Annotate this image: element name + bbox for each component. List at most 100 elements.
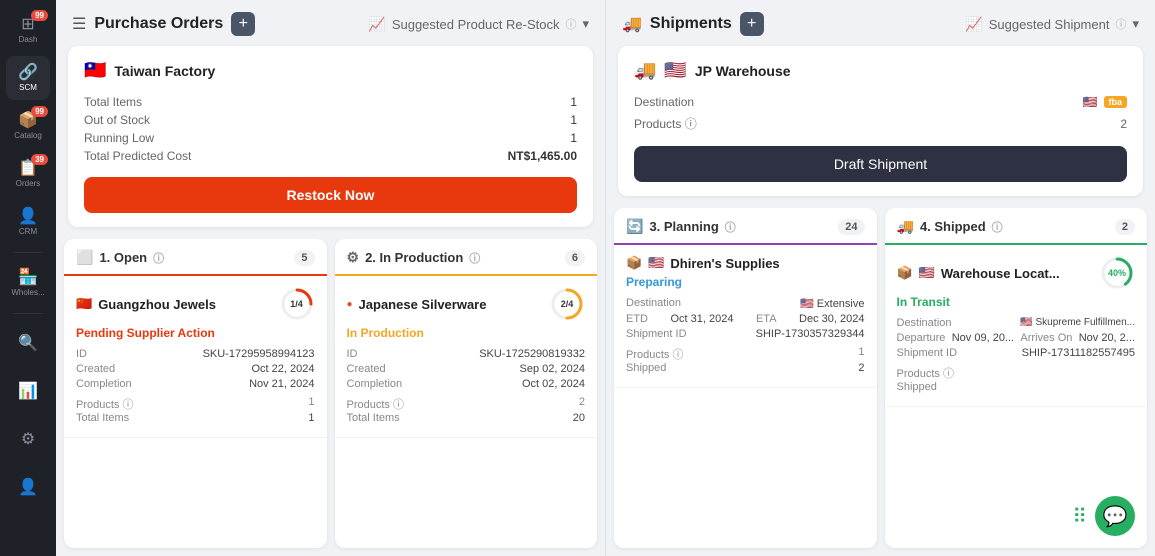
orders-label: Orders <box>16 179 40 188</box>
draft-shipment-button[interactable]: Draft Shipment <box>634 146 1127 182</box>
wholesale-icon: 🏪 <box>18 270 38 286</box>
open-total-items-label: Total Items <box>76 412 129 424</box>
production-info-icon: ⓘ <box>469 250 480 266</box>
shipped-title: 4. Shipped <box>920 219 986 234</box>
us-flag-ship: 🇺🇸 <box>664 60 686 81</box>
production-progress-circle: 2/4 <box>549 286 585 322</box>
sidebar-item-catalog[interactable]: 99 📦 Catalog <box>6 104 50 148</box>
user-icon: 👤 <box>18 480 38 496</box>
shipped-dest-label: Destination <box>897 317 952 329</box>
production-created-value: Sep 02, 2024 <box>520 363 585 375</box>
sidebar-item-settings[interactable]: ⚙ <box>6 418 50 462</box>
production-count: 6 <box>565 250 585 266</box>
dest-flag: 🇺🇸 <box>1083 95 1098 109</box>
planning-dest-label: Destination <box>626 297 681 310</box>
planning-title: 3. Planning <box>649 219 718 234</box>
open-completion-value: Nov 21, 2024 <box>249 378 314 390</box>
open-supplier-name: Guangzhou Jewels <box>98 297 216 312</box>
po-factory-name: Taiwan Factory <box>114 63 215 79</box>
ship-suggested-group: 📈 Suggested Shipment ⓘ ▾ <box>965 16 1139 33</box>
restock-button[interactable]: Restock Now <box>84 177 577 213</box>
kanban-title-planning: 🔄 3. Planning ⓘ <box>626 218 736 235</box>
shipped-arrives-value: Nov 20, 2... <box>1079 332 1135 344</box>
open-id-row: ID SKU-17295958994123 <box>76 348 315 360</box>
shipment-products-row: Products ⓘ 2 <box>634 115 1127 132</box>
ship-info-icon: ⓘ <box>1115 16 1126 32</box>
sidebar-item-dash[interactable]: 99 ⊞ Dash <box>6 8 50 52</box>
grid-dots-button[interactable]: ⠿ <box>1072 504 1087 529</box>
search-icon: 🔍 <box>18 336 38 352</box>
open-products-label: Products ⓘ <box>76 396 133 412</box>
shipped-supplier-name: Warehouse Locat... <box>941 266 1060 281</box>
planning-supplier: 📦 🇺🇸 Dhiren's Supplies <box>626 255 780 271</box>
shipped-progress-circle: 40% <box>1099 255 1135 291</box>
po-stat-out-of-stock: Out of Stock 1 <box>84 113 577 127</box>
planning-etd-value: Oct 31, 2024 <box>670 313 733 325</box>
planning-etd-label: ETD <box>626 313 648 325</box>
po-cost-label: Total Predicted Cost <box>84 149 191 163</box>
po-info-icon: ⓘ <box>565 16 576 32</box>
po-oos-label: Out of Stock <box>84 113 150 127</box>
sidebar-item-user[interactable]: 👤 <box>6 466 50 510</box>
kanban-header-open: ⬜ 1. Open ⓘ 5 <box>64 239 327 276</box>
bottom-floating-bar: ⠿ 💬 <box>1072 496 1135 536</box>
po-add-button[interactable]: + <box>231 12 255 36</box>
planning-eta-value: Dec 30, 2024 <box>799 313 864 325</box>
kanban-card-planning: 📦 🇺🇸 Dhiren's Supplies Preparing Destina… <box>614 245 877 388</box>
kanban-col-production: ⚙ 2. In Production ⓘ 6 ● Japanese Silver… <box>335 239 598 548</box>
left-column: ☰ Purchase Orders + 📈 Suggested Product … <box>56 0 606 556</box>
po-card: 🇹🇼 Taiwan Factory Total Items 1 Out of S… <box>68 46 593 227</box>
open-icon: ⬜ <box>76 249 93 266</box>
open-created-value: Oct 22, 2024 <box>252 363 315 375</box>
po-chevron-icon[interactable]: ▾ <box>582 16 589 32</box>
planning-icon: 🔄 <box>626 218 643 235</box>
shipped-departure-value: Nov 09, 20... <box>952 332 1014 344</box>
sidebar-item-wholesale[interactable]: 🏪 Wholes... <box>6 261 50 305</box>
open-completion-label: Completion <box>76 378 132 390</box>
orders-badge: 39 <box>31 154 48 165</box>
planning-products-row: Products ⓘ 1 <box>626 346 865 362</box>
kanban-card-production: ● Japanese Silverware 2/4 <box>335 276 598 438</box>
production-id-value: SKU-1725290819332 <box>479 348 585 360</box>
taiwan-flag: 🇹🇼 <box>84 60 106 81</box>
shipment-card-header: 🚚 🇺🇸 JP Warehouse <box>634 60 1127 81</box>
kanban-card-open: 🇨🇳 Guangzhou Jewels 1/4 <box>64 276 327 438</box>
planning-products-value: 1 <box>858 346 864 362</box>
open-count: 5 <box>294 250 314 266</box>
planning-status: Preparing <box>626 275 865 289</box>
ship-chevron-icon[interactable]: ▾ <box>1132 16 1139 32</box>
shipped-card-header: 📦 🇺🇸 Warehouse Locat... 40% <box>897 255 1136 291</box>
shipped-icon: 🚚 <box>897 218 914 235</box>
planning-shipped-row: Shipped 2 <box>626 362 865 374</box>
sidebar: 99 ⊞ Dash 🔗 SCM 99 📦 Catalog 39 📋 Orders… <box>0 0 56 556</box>
sidebar-item-search[interactable]: 🔍 <box>6 322 50 366</box>
sidebar-item-orders[interactable]: 39 📋 Orders <box>6 152 50 196</box>
sidebar-item-reports[interactable]: 📊 <box>6 370 50 414</box>
production-completion-value: Oct 02, 2024 <box>522 378 585 390</box>
open-total-items-value: 1 <box>308 412 314 424</box>
planning-shipped-value: 2 <box>858 362 864 374</box>
main-content: ☰ Purchase Orders + 📈 Suggested Product … <box>56 0 1155 556</box>
po-title-group: ☰ Purchase Orders + <box>72 12 255 36</box>
open-status: Pending Supplier Action <box>76 326 315 340</box>
sidebar-item-scm[interactable]: 🔗 SCM <box>6 56 50 100</box>
production-products-label: Products ⓘ <box>347 396 404 412</box>
chart-icon: 📈 <box>368 16 385 33</box>
ship-products-value: 2 <box>1120 117 1127 131</box>
sidebar-divider <box>13 252 43 253</box>
shipped-dest-value: 🇺🇸 Skupreme Fulfillmen... <box>1020 317 1135 329</box>
sidebar-item-crm[interactable]: 👤 CRM <box>6 200 50 244</box>
po-icon: ☰ <box>72 14 86 34</box>
columns: ☰ Purchase Orders + 📈 Suggested Product … <box>56 0 1155 556</box>
chat-button[interactable]: 💬 <box>1095 496 1135 536</box>
kanban-header-planning: 🔄 3. Planning ⓘ 24 <box>614 208 877 245</box>
shipped-departure-label: Departure <box>897 332 946 344</box>
planning-products-label: Products ⓘ <box>626 346 683 362</box>
ship-add-button[interactable]: + <box>740 12 764 36</box>
kanban-title-production: ⚙ 2. In Production ⓘ <box>347 249 481 266</box>
planning-card-header: 📦 🇺🇸 Dhiren's Supplies <box>626 255 865 271</box>
po-section-title: Purchase Orders <box>94 15 223 33</box>
planning-dest-value: 🇺🇸 Extensive <box>800 297 864 310</box>
production-total-items-value: 20 <box>573 412 585 424</box>
kanban-title-open: ⬜ 1. Open ⓘ <box>76 249 164 266</box>
